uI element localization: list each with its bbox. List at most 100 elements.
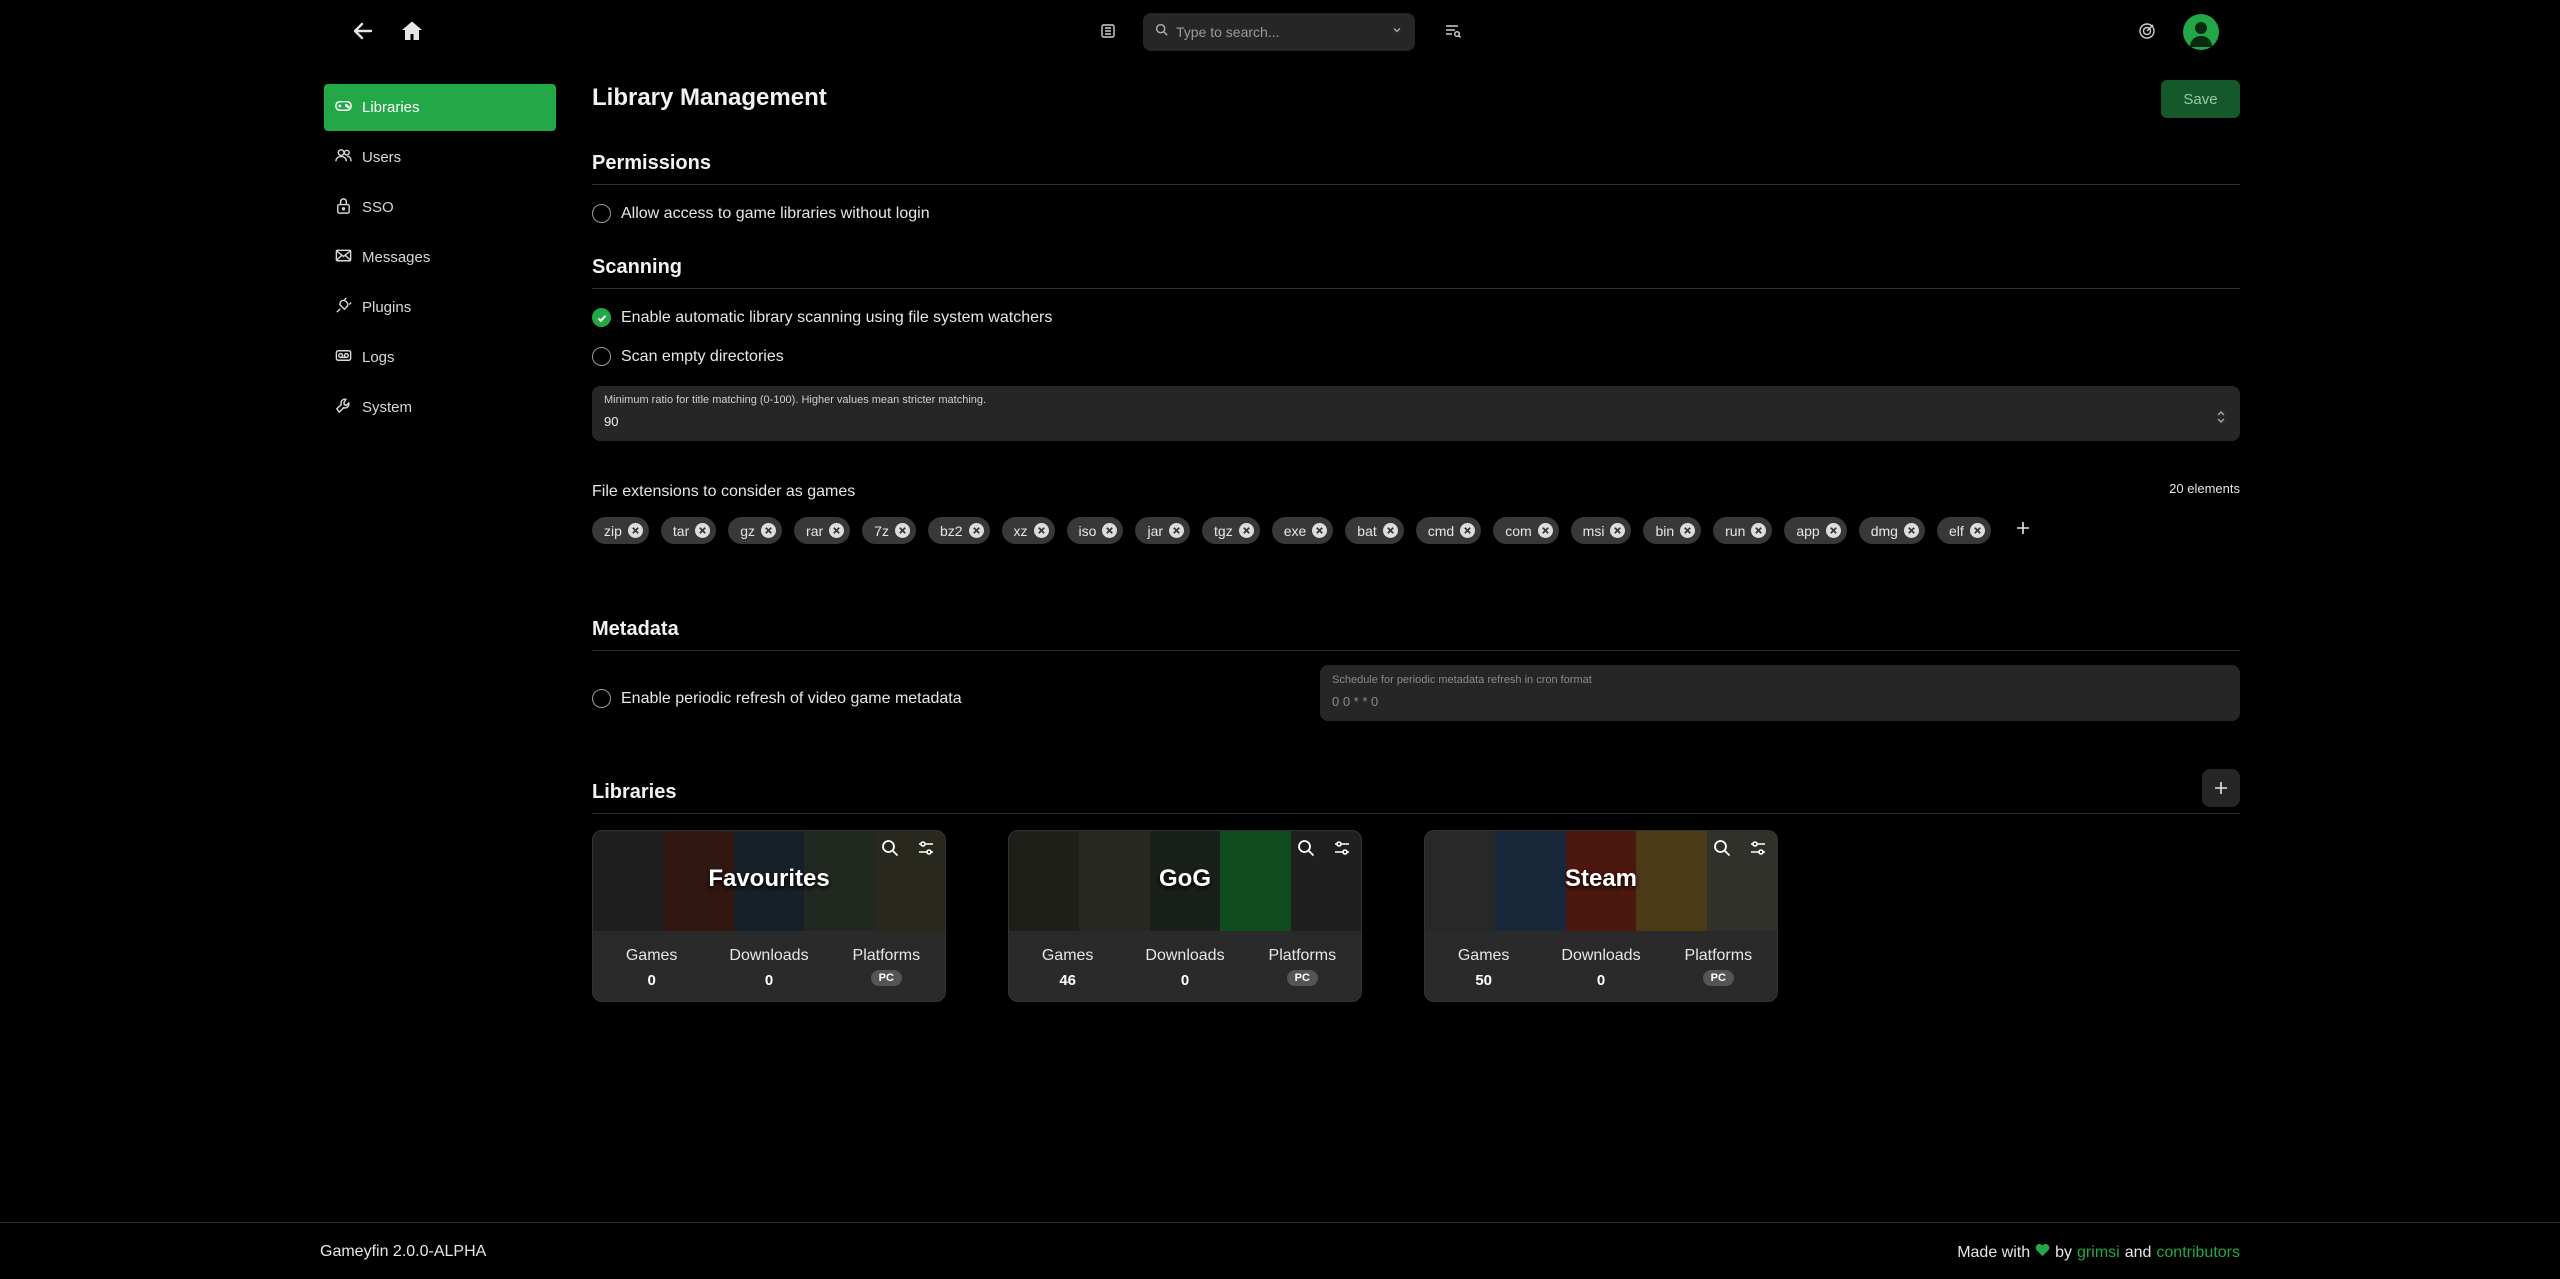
cron-schedule-field[interactable]: Schedule for periodic metadata refresh i…	[1320, 665, 2240, 721]
library-name: Steam	[1564, 865, 1638, 892]
title-match-ratio-field[interactable]: Minimum ratio for title matching (0-100)…	[592, 386, 2240, 441]
remove-chip-icon[interactable]	[1751, 523, 1767, 538]
library-card[interactable]: Steam Games 50 Downloads 0 Platforms PC	[1424, 830, 1778, 1002]
chevron-down-icon[interactable]	[1391, 23, 1403, 41]
library-banner: Favourites	[593, 831, 945, 931]
sidebar-item-users[interactable]: Users	[324, 134, 556, 181]
search-bar[interactable]	[1143, 13, 1415, 51]
allow-anonymous-access-checkbox[interactable]: Allow access to game libraries without l…	[592, 204, 2240, 223]
field-label: Minimum ratio for title matching (0-100)…	[604, 394, 987, 406]
add-extension-icon[interactable]	[2015, 520, 2031, 541]
remove-chip-icon[interactable]	[894, 523, 910, 538]
remove-chip-icon[interactable]	[695, 523, 711, 538]
extension-chip: gz	[728, 517, 783, 544]
search-input[interactable]	[1176, 24, 1383, 40]
remove-chip-icon[interactable]	[1680, 523, 1696, 538]
page-title: Library Management	[592, 84, 827, 111]
checkbox-unchecked[interactable]	[592, 689, 611, 708]
remove-chip-icon[interactable]	[627, 523, 643, 538]
author-link[interactable]: grimsi	[2077, 1244, 2120, 1262]
sidebar-item-label: Plugins	[362, 299, 412, 316]
sidebar-item-logs[interactable]: Logs	[324, 334, 556, 381]
metadata-refresh-checkbox[interactable]: Enable periodic refresh of video game me…	[592, 689, 962, 708]
stat-label: Downloads	[1145, 947, 1225, 964]
library-banner: Steam	[1425, 831, 1777, 931]
remove-chip-icon[interactable]	[1033, 523, 1049, 538]
sidebar-item-sso[interactable]: SSO	[324, 184, 556, 231]
field-value[interactable]: 90	[604, 414, 2228, 429]
extension-chip-label: msi	[1582, 522, 1605, 539]
field-value[interactable]: 0 0 * * 0	[1332, 694, 2228, 709]
library-tools	[881, 839, 935, 862]
search-icon	[1155, 23, 1168, 41]
contributors-link[interactable]: contributors	[2156, 1244, 2240, 1262]
remove-chip-icon[interactable]	[1825, 523, 1841, 538]
layout-icon[interactable]	[1097, 20, 1119, 42]
remove-chip-icon[interactable]	[1610, 523, 1626, 538]
stat-label: Games	[625, 947, 678, 964]
stepper-icon[interactable]	[2216, 410, 2226, 426]
remove-chip-icon[interactable]	[1903, 523, 1919, 538]
logs-icon	[334, 346, 353, 369]
settings-sliders-icon[interactable]	[1749, 839, 1767, 862]
settings-sliders-icon[interactable]	[1333, 839, 1351, 862]
remove-chip-icon[interactable]	[1382, 523, 1398, 538]
sidebar-item-label: SSO	[362, 199, 394, 216]
checkbox-unchecked[interactable]	[592, 347, 611, 366]
library-card[interactable]: Favourites Games 0 Downloads 0 Platforms PC	[592, 830, 946, 1002]
extension-chip-label: bat	[1357, 522, 1377, 539]
remove-chip-icon[interactable]	[1169, 523, 1185, 538]
remove-chip-icon[interactable]	[829, 523, 845, 538]
sidebar-item-plugins[interactable]: Plugins	[324, 284, 556, 331]
search-icon[interactable]	[881, 839, 899, 862]
auto-scan-checkbox[interactable]: Enable automatic library scanning using …	[592, 308, 2240, 327]
save-button[interactable]: Save	[2161, 80, 2240, 118]
extension-chip-label: gz	[740, 522, 756, 539]
library-banner: GoG	[1009, 831, 1361, 931]
scan-empty-directories-checkbox[interactable]: Scan empty directories	[592, 347, 2240, 366]
extension-chip-label: elf	[1948, 522, 1964, 539]
stat-platforms: Platforms PC	[1247, 947, 1357, 989]
library-card[interactable]: GoG Games 46 Downloads 0 Platforms PC	[1008, 830, 1362, 1002]
stat-label: Downloads	[729, 947, 809, 964]
filter-list-icon[interactable]	[1442, 20, 1464, 42]
extension-chip: tgz	[1202, 517, 1260, 544]
sidebar-item-label: Libraries	[362, 99, 420, 116]
remove-chip-icon[interactable]	[1460, 523, 1476, 538]
stat-label: Games	[1041, 947, 1094, 964]
sidebar-item-messages[interactable]: Messages	[324, 234, 556, 281]
sidebar-item-label: Logs	[362, 349, 395, 366]
remove-chip-icon[interactable]	[1537, 523, 1553, 538]
checkbox-unchecked[interactable]	[592, 204, 611, 223]
target-icon[interactable]	[2136, 20, 2158, 42]
remove-chip-icon[interactable]	[1312, 523, 1328, 538]
plug-icon	[334, 296, 353, 319]
stat-value: 0	[1596, 972, 1606, 989]
remove-chip-icon[interactable]	[1238, 523, 1254, 538]
extension-chip: run	[1713, 517, 1773, 544]
section-title-permissions: Permissions	[592, 152, 2240, 185]
plus-icon	[2215, 782, 2227, 794]
extension-chip-label: run	[1725, 522, 1746, 539]
user-avatar-icon[interactable]	[2183, 14, 2219, 50]
remove-chip-icon[interactable]	[1969, 523, 1985, 538]
remove-chip-icon[interactable]	[761, 523, 777, 538]
extension-chip-label: zip	[604, 522, 622, 539]
sidebar-item-system[interactable]: System	[324, 384, 556, 431]
checkbox-checked[interactable]	[592, 308, 611, 327]
stat-label: Platforms	[1268, 947, 1337, 964]
extension-chip: cmd	[1415, 517, 1482, 544]
sidebar-item-libraries[interactable]: Libraries	[324, 84, 556, 131]
search-icon[interactable]	[1713, 839, 1731, 862]
home-icon[interactable]	[397, 16, 427, 46]
extension-chip: iso	[1066, 517, 1124, 544]
settings-sliders-icon[interactable]	[917, 839, 935, 862]
remove-chip-icon[interactable]	[1102, 523, 1118, 538]
search-icon[interactable]	[1297, 839, 1315, 862]
extension-chip: bat	[1345, 517, 1404, 544]
back-arrow-icon[interactable]	[348, 16, 378, 46]
top-bar	[0, 0, 2560, 64]
library-tools	[1297, 839, 1351, 862]
add-library-button[interactable]	[2202, 769, 2240, 807]
remove-chip-icon[interactable]	[968, 523, 984, 538]
